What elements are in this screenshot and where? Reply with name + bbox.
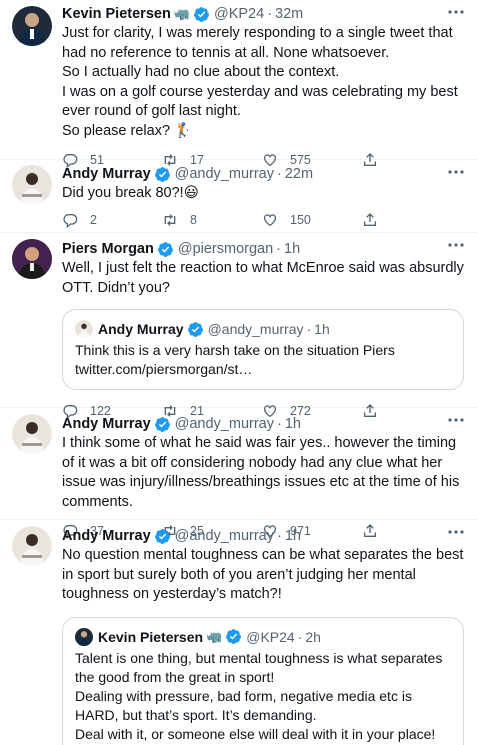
tweet[interactable]: Kevin Pietersen 🦏 @KP24 · 32m Just for c… — [0, 0, 478, 168]
verified-badge-icon — [157, 241, 173, 257]
retweet-button[interactable]: 8 — [162, 212, 262, 228]
more-icon[interactable] — [446, 166, 466, 178]
timestamp[interactable]: 1h — [284, 241, 300, 257]
avatar[interactable] — [12, 414, 52, 454]
like-button[interactable]: 150 — [262, 212, 362, 228]
tweet-text: No question mental toughness can be what… — [62, 547, 464, 603]
quoted-tweet-text: Think this is a very harsh take on the s… — [75, 342, 395, 378]
tweet-header: Kevin Pietersen 🦏 @KP24 · 32m — [62, 4, 464, 24]
avatar[interactable] — [12, 6, 52, 46]
tweet[interactable]: Andy Murray @andy_murray · 1h I think so… — [0, 408, 478, 540]
tweet[interactable]: Andy Murray @andy_murray · 1h No questio… — [0, 520, 478, 745]
author-name: Kevin Pietersen — [98, 628, 204, 645]
author-name: Andy Murray — [98, 321, 184, 338]
reply-icon — [63, 213, 78, 228]
author-name[interactable]: Andy Murray — [62, 528, 151, 544]
timestamp[interactable]: 1h — [285, 416, 301, 432]
tweet-text: Did you break 80?!😃 — [62, 185, 199, 201]
author-name[interactable]: Piers Morgan — [62, 241, 154, 257]
author-handle[interactable]: @andy_murray — [175, 416, 274, 432]
author-name[interactable]: Kevin Pietersen — [62, 6, 171, 22]
separator: · — [276, 241, 282, 257]
separator: · — [276, 166, 282, 182]
reply-count: 2 — [90, 212, 97, 227]
verified-badge-icon — [194, 6, 209, 22]
separator: · — [276, 528, 282, 544]
retweet-count: 8 — [190, 212, 197, 227]
quoted-tweet[interactable]: Kevin Pietersen 🦏 @KP24 · 2h Talent is o… — [62, 616, 464, 745]
tweet[interactable]: Piers Morgan @piersmorgan · 1h Well, I j… — [0, 233, 478, 420]
quoted-tweet[interactable]: Andy Murray @andy_murray · 1h Think this… — [62, 309, 464, 391]
share-icon — [364, 212, 376, 226]
verified-badge-icon — [154, 528, 170, 544]
tweet-header: Andy Murray @andy_murray · 1h — [62, 414, 464, 434]
tweet-text: Well, I just felt the reaction to what M… — [62, 260, 464, 296]
timeline: Kevin Pietersen 🦏 @KP24 · 32m Just for c… — [0, 0, 478, 745]
verified-badge-icon — [154, 166, 170, 182]
more-icon[interactable] — [446, 239, 466, 251]
separator: · — [267, 6, 273, 22]
author-name[interactable]: Andy Murray — [62, 416, 151, 432]
author-handle[interactable]: @piersmorgan — [178, 241, 273, 257]
tweet-header: Andy Murray @andy_murray · 22m — [62, 164, 464, 184]
author-emoji: 🦏 — [206, 628, 223, 644]
quoted-tweet-text: Talent is one thing, but mental toughnes… — [75, 649, 443, 745]
author-handle[interactable]: @andy_murray — [175, 166, 274, 182]
retweet-icon — [164, 213, 176, 226]
quoted-tweet-header: Andy Murray @andy_murray · 1h — [75, 320, 451, 339]
more-icon[interactable] — [446, 526, 466, 538]
author-handle: @KP24 — [246, 628, 295, 645]
tweet-text: I think some of what he said was fair ye… — [62, 435, 460, 510]
like-icon — [264, 213, 276, 226]
avatar — [75, 320, 93, 339]
share-button[interactable] — [362, 212, 462, 228]
more-icon[interactable] — [446, 414, 466, 426]
separator: · — [297, 628, 303, 645]
tweet-header: Piers Morgan @piersmorgan · 1h — [62, 239, 464, 259]
avatar[interactable] — [12, 526, 52, 566]
author-emoji: 🦏 — [173, 6, 190, 21]
separator: · — [276, 416, 282, 432]
verified-badge-icon — [154, 416, 170, 432]
like-count: 150 — [290, 212, 311, 227]
avatar[interactable] — [12, 239, 52, 279]
tweet-header: Andy Murray @andy_murray · 1h — [62, 526, 464, 546]
separator: · — [306, 321, 312, 338]
timestamp: 1h — [314, 321, 330, 338]
tweet[interactable]: Andy Murray @andy_murray · 22m Did you b… — [0, 160, 478, 233]
author-handle[interactable]: @andy_murray — [175, 528, 274, 544]
timestamp[interactable]: 32m — [275, 6, 303, 22]
author-name[interactable]: Andy Murray — [62, 166, 151, 182]
verified-badge-icon — [187, 321, 203, 337]
timestamp: 2h — [305, 628, 321, 645]
avatar — [75, 627, 93, 646]
tweet-text: Just for clarity, I was merely respondin… — [62, 25, 458, 139]
avatar[interactable] — [12, 165, 52, 205]
author-handle[interactable]: @KP24 — [214, 6, 264, 22]
reply-button[interactable]: 2 — [62, 212, 162, 228]
quoted-tweet-header: Kevin Pietersen 🦏 @KP24 · 2h — [75, 627, 451, 646]
verified-badge-icon — [226, 629, 242, 645]
tweet-actions: 2 8 150 — [62, 210, 464, 230]
author-handle: @andy_murray — [207, 321, 304, 338]
more-icon[interactable] — [446, 6, 466, 18]
timestamp[interactable]: 1h — [285, 528, 301, 544]
timestamp[interactable]: 22m — [285, 166, 313, 182]
